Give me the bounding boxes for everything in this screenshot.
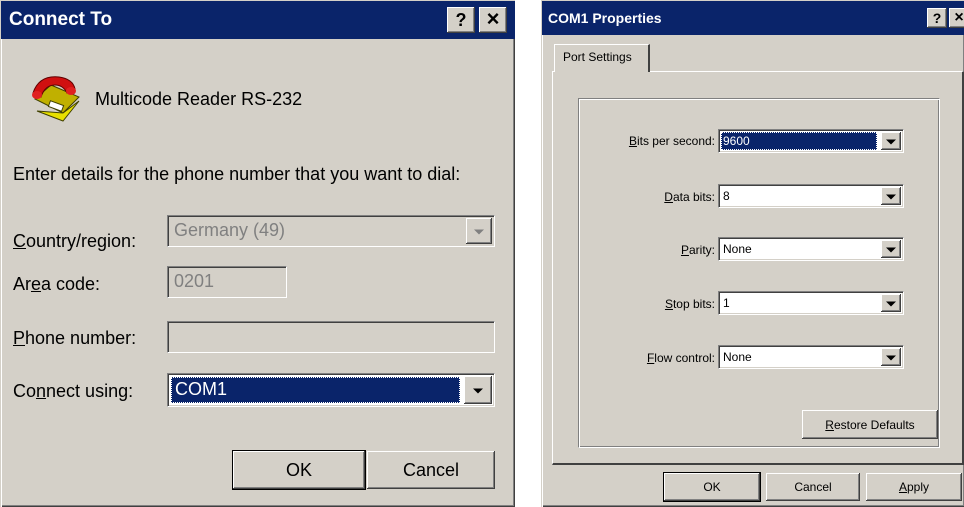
tab-port-settings[interactable]: Port Settings	[554, 44, 650, 72]
area-code-label: Area code:	[13, 274, 101, 294]
parity-value: None	[723, 242, 752, 256]
data-bits-value: 8	[723, 189, 730, 203]
restore-defaults-button[interactable]: Restore Defaults	[802, 410, 938, 439]
connect-using-select[interactable]: COM1	[167, 373, 495, 407]
tab-port-settings-label: Port Settings	[563, 50, 632, 64]
cancel-button[interactable]: Cancel	[766, 473, 860, 501]
connect-to-dialog: Connect To ? × Multicode Reader RS-232 E…	[0, 0, 515, 507]
help-button[interactable]: ?	[927, 8, 947, 28]
cancel-button[interactable]: Cancel	[367, 451, 495, 489]
device-name: Multicode Reader RS-232	[95, 89, 303, 109]
connect-using-value: COM1	[175, 379, 228, 399]
phone-number-label: Phone number:	[13, 328, 137, 348]
telephone-icon	[29, 71, 85, 127]
stop-bits-select[interactable]: 1	[718, 291, 904, 315]
chevron-down-icon[interactable]	[464, 376, 492, 404]
flow-control-select[interactable]: None	[718, 345, 904, 369]
parity-select[interactable]: None	[718, 237, 904, 261]
area-code-value: 0201	[174, 271, 215, 291]
connect-to-title: Connect To	[9, 9, 113, 30]
flow-control-value: None	[723, 350, 752, 364]
data-bits-select[interactable]: 8	[718, 184, 904, 208]
com1-titlebar[interactable]: COM1 Properties ? ×	[542, 1, 964, 35]
phone-number-field[interactable]	[167, 321, 495, 353]
area-code-field[interactable]: 0201	[167, 266, 287, 298]
help-button[interactable]: ?	[447, 7, 475, 33]
bits-per-second-label: Bits per second:	[628, 134, 715, 148]
chevron-down-icon[interactable]	[881, 132, 901, 150]
com1-title: COM1 Properties	[548, 10, 662, 26]
stop-bits-label: Stop bits:	[664, 297, 715, 311]
instruction-text: Enter details for the phone number that …	[13, 164, 461, 184]
parity-label: Parity:	[680, 243, 715, 257]
connect-using-label: Connect using:	[13, 381, 134, 401]
chevron-down-icon[interactable]	[881, 187, 901, 205]
chevron-down-icon[interactable]	[466, 218, 492, 244]
bits-per-second-highlight: 9600	[721, 132, 877, 150]
apply-button[interactable]: Apply	[866, 473, 962, 501]
chevron-down-icon[interactable]	[881, 240, 901, 258]
chevron-down-icon[interactable]	[881, 348, 901, 366]
stop-bits-value: 1	[723, 296, 730, 310]
ok-button[interactable]: OK	[232, 450, 366, 490]
ok-button[interactable]: OK	[663, 472, 761, 502]
country-region-select[interactable]: Germany (49)	[167, 215, 495, 247]
bits-per-second-select[interactable]: 9600	[718, 129, 904, 153]
com1-properties-dialog: COM1 Properties ? × Port Settings Bits p…	[541, 0, 964, 507]
chevron-down-icon[interactable]	[881, 294, 901, 312]
connect-using-value-highlight: COM1	[171, 377, 460, 403]
data-bits-label: Data bits:	[664, 190, 715, 204]
close-button[interactable]: ×	[949, 8, 964, 28]
bits-per-second-value: 9600	[723, 134, 750, 148]
connect-to-titlebar[interactable]: Connect To ? ×	[1, 1, 515, 39]
country-region-label: Country/region:	[13, 231, 137, 251]
flow-control-label: Flow control:	[646, 351, 715, 365]
close-button[interactable]: ×	[479, 7, 507, 33]
country-region-value: Germany (49)	[174, 220, 286, 240]
